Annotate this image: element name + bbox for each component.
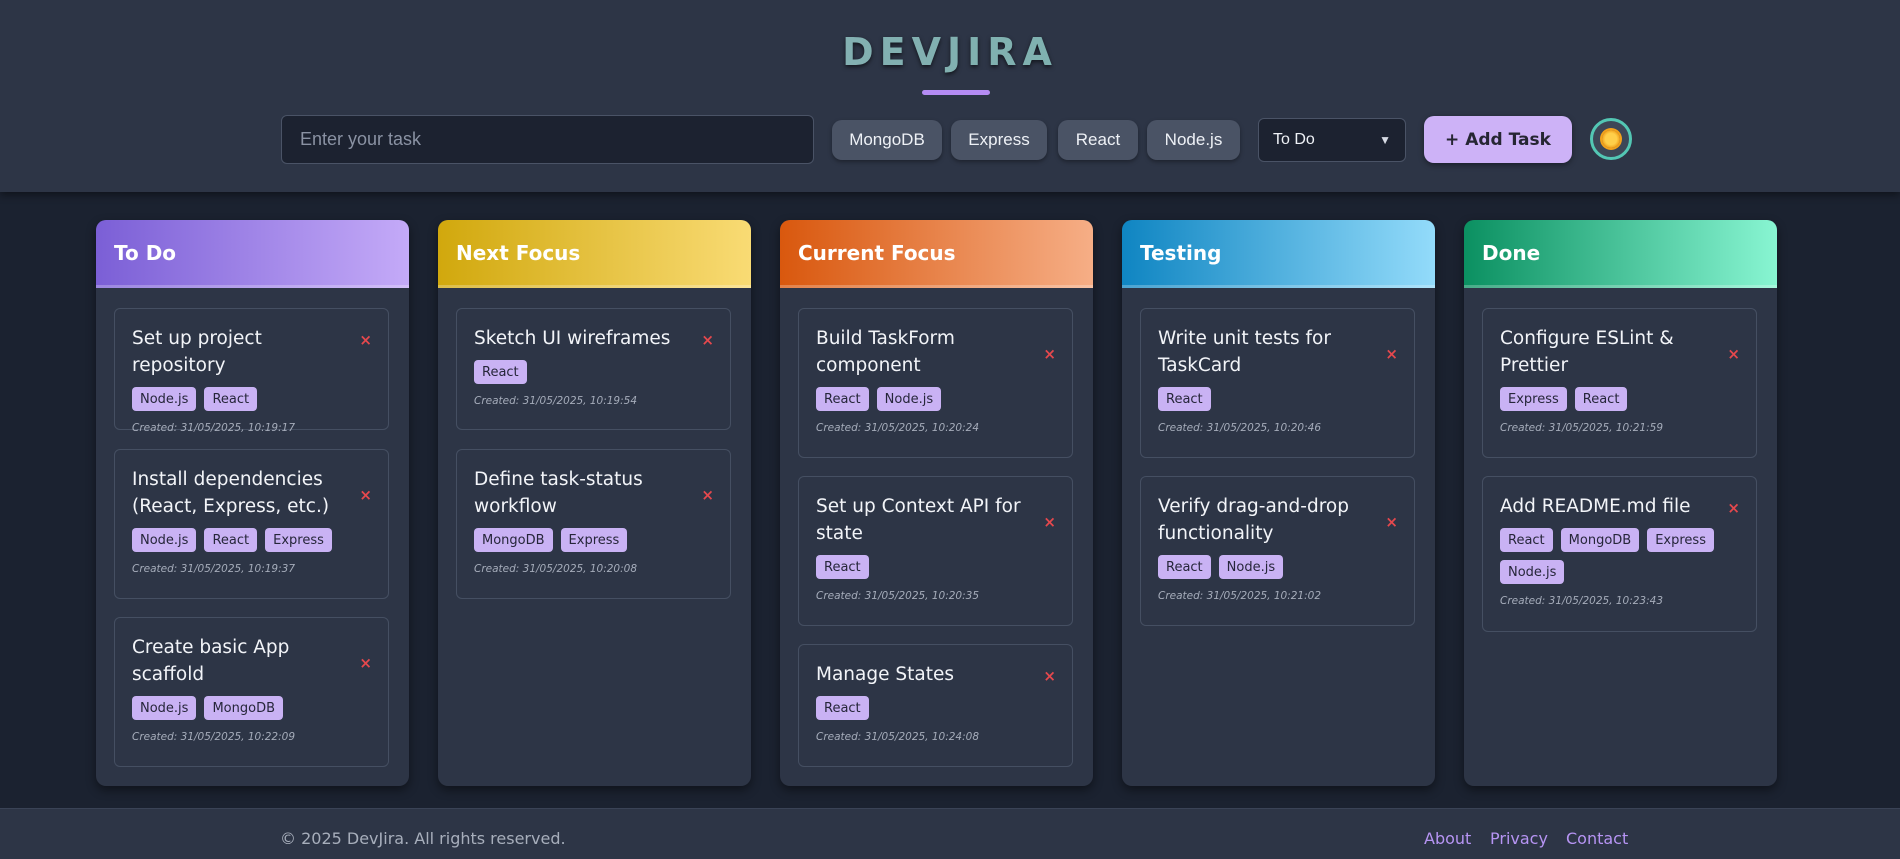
task-card[interactable]: × Set up project repository Node.js Reac…: [114, 308, 389, 434]
task-created: Created: 31/05/2025, 10:23:43: [1500, 595, 1664, 607]
app-logo: DEVJIRA: [0, 30, 1900, 74]
delete-icon[interactable]: ×: [1385, 513, 1398, 531]
task-tag: React: [1158, 555, 1211, 579]
delete-icon[interactable]: ×: [359, 486, 372, 504]
delete-icon[interactable]: ×: [701, 331, 714, 349]
delete-icon[interactable]: ×: [1043, 513, 1056, 531]
task-created: Created: 31/05/2025, 10:22:09: [132, 731, 296, 743]
task-card[interactable]: × Build TaskForm component React Node.js…: [798, 308, 1073, 458]
task-title: Add README.md file: [1500, 496, 1691, 517]
task-tag: MongoDB: [474, 528, 553, 552]
task-title: Sketch UI wireframes: [474, 328, 671, 349]
column-done: Done × Configure ESLint & Prettier Expre…: [1464, 220, 1777, 786]
tag-button-mongodb[interactable]: MongoDB: [832, 120, 942, 160]
footer-copyright: © 2025 DevJira. All rights reserved.: [280, 829, 566, 848]
task-tag: Node.js: [132, 387, 197, 411]
task-tag: MongoDB: [1560, 528, 1640, 552]
task-card[interactable]: × Define task-status workflow MongoDB Ex…: [456, 449, 731, 599]
task-tag: Node.js: [1500, 560, 1565, 584]
delete-icon[interactable]: ×: [1727, 499, 1740, 517]
task-created: Created: 31/05/2025, 10:24:08: [816, 731, 980, 743]
task-title: Manage States: [816, 664, 954, 685]
task-created: Created: 31/05/2025, 10:19:17: [132, 422, 296, 434]
task-created: Created: 31/05/2025, 10:21:02: [1158, 590, 1322, 602]
task-card[interactable]: × Install dependencies (React, Express, …: [114, 449, 389, 599]
task-title: Set up Context API for state: [816, 496, 1021, 544]
task-tag: Node.js: [132, 528, 197, 552]
task-card[interactable]: × Manage States React Created: 31/05/202…: [798, 644, 1073, 767]
task-tag: Express: [265, 528, 332, 552]
task-created: Created: 31/05/2025, 10:20:24: [816, 422, 980, 434]
status-select[interactable]: To Do ▼: [1258, 118, 1406, 162]
task-tag: React: [1500, 528, 1553, 552]
task-title: Create basic App scaffold: [132, 637, 290, 685]
task-title: Install dependencies (React, Express, et…: [132, 469, 330, 517]
task-tag: Node.js: [876, 387, 942, 411]
task-input[interactable]: [281, 115, 814, 164]
task-title: Build TaskForm component: [816, 328, 955, 376]
task-card[interactable]: × Add README.md file React MongoDB Expre…: [1482, 476, 1757, 632]
task-created: Created: 31/05/2025, 10:20:46: [1158, 422, 1322, 434]
task-tag: React: [204, 528, 258, 552]
chevron-down-icon: ▼: [1379, 133, 1391, 147]
footer-link-contact[interactable]: Contact: [1566, 829, 1628, 848]
task-tag: Express: [560, 528, 628, 552]
add-task-button[interactable]: + Add Task: [1424, 116, 1572, 163]
delete-icon[interactable]: ×: [1043, 345, 1056, 363]
column-title: Testing: [1122, 220, 1435, 288]
delete-icon[interactable]: ×: [1727, 345, 1740, 363]
footer-link-privacy[interactable]: Privacy: [1490, 829, 1548, 848]
tag-button-react[interactable]: React: [1058, 120, 1138, 160]
task-tag: React: [816, 696, 869, 720]
sun-icon: [1602, 130, 1620, 148]
task-tag: React: [474, 360, 527, 384]
task-tag: React: [816, 555, 869, 579]
theme-toggle[interactable]: [1590, 118, 1632, 160]
column-todo: To Do × Set up project repository Node.j…: [96, 220, 409, 786]
tag-button-express[interactable]: Express: [951, 120, 1047, 160]
task-tag: React: [1158, 387, 1211, 411]
task-created: Created: 31/05/2025, 10:20:35: [816, 590, 980, 602]
task-tag: React: [1574, 387, 1628, 411]
task-created: Created: 31/05/2025, 10:21:59: [1500, 422, 1664, 434]
task-tag: React: [816, 387, 869, 411]
task-created: Created: 31/05/2025, 10:20:08: [474, 563, 638, 575]
task-title: Configure ESLint & Prettier: [1500, 328, 1674, 376]
task-card[interactable]: × Verify drag-and-drop functionality Rea…: [1140, 476, 1415, 626]
task-card[interactable]: × Set up Context API for state React Cre…: [798, 476, 1073, 626]
task-title: Write unit tests for TaskCard: [1158, 328, 1331, 376]
task-created: Created: 31/05/2025, 10:19:37: [132, 563, 296, 575]
column-title: To Do: [96, 220, 409, 288]
task-card[interactable]: × Sketch UI wireframes React Created: 31…: [456, 308, 731, 430]
column-current-focus: Current Focus × Build TaskForm component…: [780, 220, 1093, 786]
task-tag: Express: [1500, 387, 1567, 411]
delete-icon[interactable]: ×: [1385, 345, 1398, 363]
delete-icon[interactable]: ×: [701, 486, 714, 504]
column-testing: Testing × Write unit tests for TaskCard …: [1122, 220, 1435, 786]
status-select-value: To Do: [1273, 131, 1315, 148]
task-title: Verify drag-and-drop functionality: [1158, 496, 1349, 544]
tag-button-nodejs[interactable]: Node.js: [1147, 120, 1240, 160]
task-tag: React: [204, 387, 258, 411]
task-card[interactable]: × Configure ESLint & Prettier Express Re…: [1482, 308, 1757, 458]
task-tag: Node.js: [132, 696, 197, 720]
task-tag: Express: [1647, 528, 1714, 552]
task-tag: MongoDB: [204, 696, 283, 720]
task-card[interactable]: × Create basic App scaffold Node.js Mong…: [114, 617, 389, 767]
delete-icon[interactable]: ×: [359, 654, 372, 672]
column-next-focus: Next Focus × Sketch UI wireframes React …: [438, 220, 751, 786]
footer-link-about[interactable]: About: [1424, 829, 1471, 848]
logo-underline: [922, 90, 990, 95]
delete-icon[interactable]: ×: [359, 331, 372, 349]
task-created: Created: 31/05/2025, 10:19:54: [474, 395, 638, 407]
task-card[interactable]: × Write unit tests for TaskCard React Cr…: [1140, 308, 1415, 458]
column-title: Done: [1464, 220, 1777, 288]
task-tag: Node.js: [1218, 555, 1284, 579]
column-title: Current Focus: [780, 220, 1093, 288]
column-title: Next Focus: [438, 220, 751, 288]
task-title: Define task-status workflow: [474, 469, 643, 517]
delete-icon[interactable]: ×: [1043, 667, 1056, 685]
task-title: Set up project repository: [132, 328, 262, 376]
